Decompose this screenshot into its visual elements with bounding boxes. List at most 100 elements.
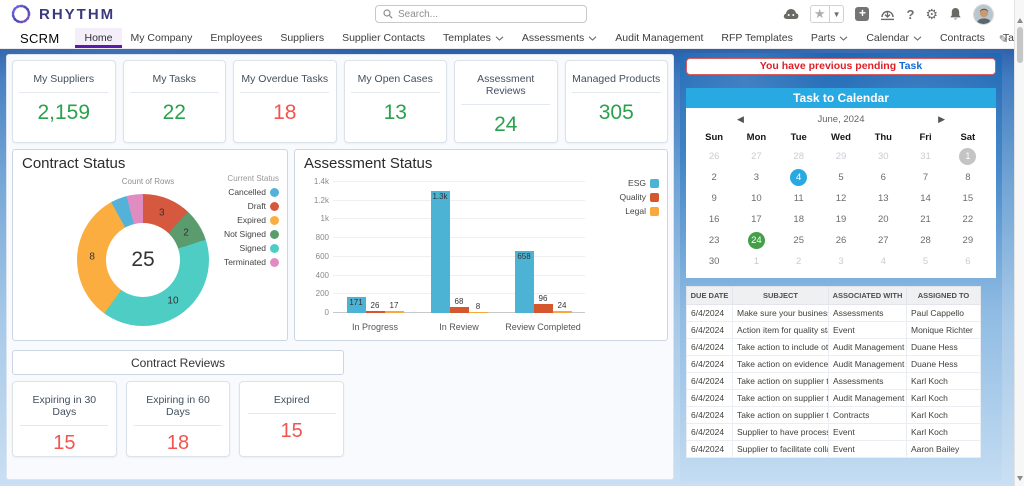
calendar-day[interactable]: 6 xyxy=(862,167,904,188)
nav-tab-audit-management[interactable]: Audit Management xyxy=(606,28,712,48)
legend-item-cancelled[interactable]: Cancelled xyxy=(224,187,279,197)
calendar-day[interactable]: 13 xyxy=(862,188,904,209)
notifications-bell-icon[interactable] xyxy=(949,6,962,22)
calendar-day[interactable]: 26 xyxy=(693,146,735,167)
calendar-day[interactable]: 16 xyxy=(693,209,735,230)
edit-page-icon[interactable]: ✎ xyxy=(999,33,1008,46)
calendar-day[interactable]: 18 xyxy=(778,209,820,230)
nav-tab-assessments[interactable]: Assessments xyxy=(513,28,606,48)
calendar-day[interactable]: 20 xyxy=(862,209,904,230)
calendar-day-highlight[interactable]: 24 xyxy=(748,232,765,249)
kpi-card-managed-products[interactable]: Managed Products305 xyxy=(565,60,669,143)
kpi-card-my-open-cases[interactable]: My Open Cases13 xyxy=(344,60,448,143)
nav-tab-templates[interactable]: Templates xyxy=(434,28,513,48)
calendar-day[interactable]: 1 xyxy=(735,251,777,272)
calendar-day[interactable]: 5 xyxy=(820,167,862,188)
calendar-day[interactable]: 6 xyxy=(947,251,989,272)
einstein-icon[interactable] xyxy=(783,6,799,22)
calendar-day[interactable]: 21 xyxy=(904,209,946,230)
scrollbar-down-icon[interactable] xyxy=(1017,476,1023,481)
calendar-day[interactable]: 2 xyxy=(693,167,735,188)
task-assignee[interactable]: Karl Koch xyxy=(907,407,981,424)
calendar-day[interactable]: 26 xyxy=(820,230,862,251)
task-subject[interactable]: Take action on supplier to ... xyxy=(733,373,829,390)
calendar-day[interactable]: 12 xyxy=(820,188,862,209)
calendar-day[interactable]: 4 xyxy=(862,251,904,272)
task-subject[interactable]: Supplier to have process t... xyxy=(733,424,829,441)
calendar-day[interactable]: 29 xyxy=(947,230,989,251)
review-card-expired[interactable]: Expired15 xyxy=(239,381,344,457)
task-subject[interactable]: Action item for quality stan... xyxy=(733,322,829,339)
task-assignee[interactable]: Karl Koch xyxy=(907,390,981,407)
scrollbar-up-icon[interactable] xyxy=(1017,18,1023,23)
review-card-expiring-in-30-days[interactable]: Expiring in 30 Days15 xyxy=(12,381,117,457)
legend-item-expired[interactable]: Expired xyxy=(224,215,279,225)
bar-esg-in-review[interactable] xyxy=(431,191,450,313)
calendar-day[interactable]: 3 xyxy=(820,251,862,272)
bar-quality-in-progress[interactable] xyxy=(366,311,385,313)
calendar-day[interactable]: 5 xyxy=(904,251,946,272)
task-subject[interactable]: Supplier to facilitate collab... xyxy=(733,441,829,458)
task-assignee[interactable]: Karl Koch xyxy=(907,373,981,390)
calendar-next-icon[interactable]: ▶ xyxy=(938,114,945,125)
task-assignee[interactable]: Aaron Bailey xyxy=(907,441,981,458)
calendar-day[interactable]: 19 xyxy=(820,209,862,230)
calendar-day[interactable]: 30 xyxy=(862,146,904,167)
page-scrollbar[interactable] xyxy=(1014,0,1024,486)
calendar-day[interactable]: 3 xyxy=(735,167,777,188)
nav-tab-contracts[interactable]: Contracts xyxy=(931,28,994,48)
task-assignee[interactable]: Monique Richter xyxy=(907,322,981,339)
task-assignee[interactable]: Karl Koch xyxy=(907,424,981,441)
nav-tab-calendar[interactable]: Calendar xyxy=(857,28,931,48)
calendar-day[interactable]: 9 xyxy=(693,188,735,209)
kpi-card-my-tasks[interactable]: My Tasks22 xyxy=(123,60,227,143)
task-assignee[interactable]: Paul Cappello xyxy=(907,305,981,322)
nav-tab-supplier-contacts[interactable]: Supplier Contacts xyxy=(333,28,434,48)
contract-status-donut[interactable]: 25 32108 xyxy=(77,194,209,326)
calendar-day[interactable]: 10 xyxy=(735,188,777,209)
task-assignee[interactable]: Duane Hess xyxy=(907,339,981,356)
task-subject[interactable]: Take action to include othe... xyxy=(733,339,829,356)
nav-tab-rfp-templates[interactable]: RFP Templates xyxy=(712,28,801,48)
calendar-day[interactable]: 25 xyxy=(778,230,820,251)
calendar-day[interactable]: 11 xyxy=(778,188,820,209)
calendar-day[interactable]: 2 xyxy=(778,251,820,272)
favorites-star-icon[interactable]: ★ xyxy=(811,6,829,22)
task-subject[interactable]: Take action on supplier to ... xyxy=(733,407,829,424)
legend-item-not-signed[interactable]: Not Signed xyxy=(224,229,279,239)
legend-item-draft[interactable]: Draft xyxy=(224,201,279,211)
avatar[interactable] xyxy=(973,4,994,25)
task-subject[interactable]: Make sure your business cl... xyxy=(733,305,829,322)
calendar-day-highlight[interactable]: 1 xyxy=(959,148,976,165)
calendar-day[interactable]: 17 xyxy=(735,209,777,230)
nav-tab-my-company[interactable]: My Company xyxy=(122,28,202,48)
calendar-day[interactable]: 30 xyxy=(693,251,735,272)
legend-item-esg[interactable]: ESG xyxy=(620,178,659,188)
calendar-day[interactable]: 7 xyxy=(904,167,946,188)
legend-item-legal[interactable]: Legal xyxy=(620,206,659,216)
nav-tab-employees[interactable]: Employees xyxy=(201,28,271,48)
calendar-day[interactable]: 15 xyxy=(947,188,989,209)
setup-gear-icon[interactable]: ⚙ xyxy=(925,6,938,22)
legend-item-signed[interactable]: Signed xyxy=(224,243,279,253)
calendar-day[interactable]: 27 xyxy=(735,146,777,167)
bar-legal-in-review[interactable] xyxy=(469,312,488,313)
bar-legal-review-completed[interactable] xyxy=(553,311,572,313)
calendar-day[interactable]: 28 xyxy=(778,146,820,167)
calendar-day[interactable]: 14 xyxy=(904,188,946,209)
kpi-card-my-suppliers[interactable]: My Suppliers2,159 xyxy=(12,60,116,143)
kpi-card-assessment-reviews[interactable]: Assessment Reviews24 xyxy=(454,60,558,143)
nav-tab-parts[interactable]: Parts xyxy=(802,28,858,48)
calendar-day[interactable]: 24 xyxy=(735,230,777,251)
task-subject[interactable]: Take action on evidence of... xyxy=(733,356,829,373)
search-input[interactable] xyxy=(398,9,579,20)
legend-item-quality[interactable]: Quality xyxy=(620,192,659,202)
calendar-day[interactable]: 4 xyxy=(778,167,820,188)
pending-task-link[interactable]: Task xyxy=(899,60,922,72)
legend-item-terminated[interactable]: Terminated xyxy=(224,257,279,267)
calendar-day-highlight[interactable]: 4 xyxy=(790,169,807,186)
calendar-day[interactable]: 28 xyxy=(904,230,946,251)
calendar-day[interactable]: 23 xyxy=(693,230,735,251)
global-search[interactable] xyxy=(375,5,587,23)
nav-tab-suppliers[interactable]: Suppliers xyxy=(271,28,333,48)
